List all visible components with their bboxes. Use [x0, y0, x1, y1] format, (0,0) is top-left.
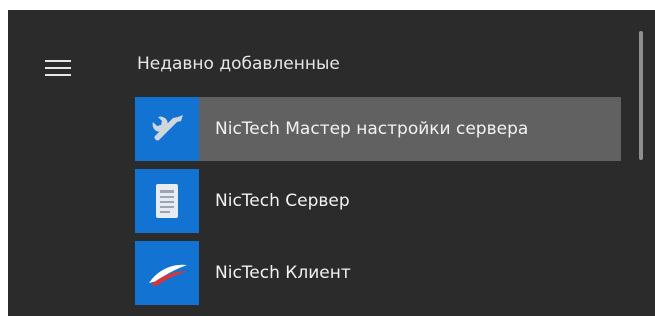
app-item-server[interactable]: NicTech Сервер [135, 169, 350, 233]
app-label-client: NicTech Клиент [215, 263, 351, 283]
wrench-icon [135, 97, 199, 161]
document-icon [135, 169, 199, 233]
app-item-server-config-wizard[interactable]: NicTech Мастер настройки сервера [135, 97, 621, 161]
menu-button[interactable] [36, 50, 80, 86]
start-menu: Недавно добавленные NicTech Мастер настр… [8, 10, 655, 316]
app-label-server: NicTech Сервер [215, 191, 350, 211]
recently-added-heading: Недавно добавленные [137, 54, 340, 74]
app-label-server-config-wizard: NicTech Мастер настройки сервера [215, 119, 529, 139]
flag-icon [135, 241, 199, 305]
scrollbar[interactable] [639, 31, 643, 160]
hamburger-icon [45, 59, 71, 77]
app-item-client[interactable]: NicTech Клиент [135, 241, 351, 305]
